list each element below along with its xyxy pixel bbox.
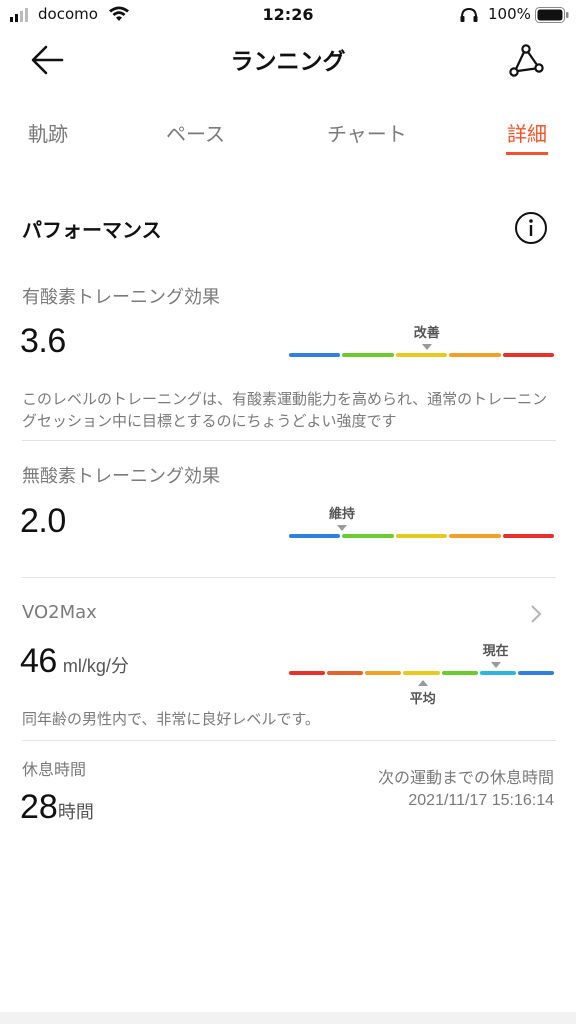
battery-icon: [535, 7, 569, 23]
scale-segment: [449, 534, 501, 538]
vo2max-average-triangle: [417, 680, 428, 686]
page-title: ランニング: [230, 49, 346, 75]
scale-segment: [502, 353, 555, 357]
divider: [22, 740, 556, 741]
route-icon[interactable]: [506, 40, 546, 80]
next-workout-label: 次の運動までの休息時間: [377, 768, 554, 787]
vo2max-unit: ml/kg/分: [62, 656, 129, 676]
scale-segment: [365, 671, 402, 675]
anaerobic-effect-label: 無酸素トレーニング効果: [22, 466, 220, 487]
next-workout-time: 2021/11/17 15:16:14: [408, 792, 554, 809]
rest-time-value: 28: [20, 788, 58, 826]
vo2max-current-triangle: [490, 662, 501, 668]
rest-time-value-row: 28時間: [20, 788, 94, 827]
tab-bar: 軌跡 ペース チャート 詳細: [0, 118, 576, 158]
anaerobic-marker-label: 維持: [328, 507, 356, 522]
tab-details[interactable]: 詳細: [507, 118, 547, 147]
scale-segment: [403, 671, 440, 675]
vo2max-value: 46: [20, 642, 57, 680]
vo2max-value-row: 46 ml/kg/分: [20, 642, 129, 681]
chevron-right-icon[interactable]: [528, 604, 544, 624]
section-title-performance: パフォーマンス: [22, 218, 162, 242]
vo2max-scale-bar: [289, 671, 554, 675]
scale-segment: [502, 534, 555, 538]
aerobic-marker-triangle: [421, 344, 432, 350]
info-icon[interactable]: [514, 211, 548, 245]
scale-segment: [395, 353, 448, 357]
scale-segment: [342, 353, 394, 357]
vo2max-description: 同年齢の男性内で、非常に良好レベルです。: [22, 710, 320, 728]
scale-segment: [289, 534, 341, 538]
scale-segment: [395, 534, 448, 538]
vo2max-average-label: 平均: [409, 692, 436, 707]
vo2max-current-label: 現在: [482, 644, 509, 659]
rest-time-label: 休息時間: [22, 760, 87, 779]
aerobic-effect-description: このレベルのトレーニングは、有酸素運動能力を高められ、通常のトレーニングセッショ…: [22, 390, 548, 430]
aerobic-effect-value: 3.6: [20, 322, 66, 360]
headphones-icon: [460, 7, 478, 22]
tab-chart[interactable]: チャート: [327, 118, 407, 147]
scale-segment: [289, 353, 341, 357]
scale-segment: [289, 671, 326, 675]
anaerobic-marker-triangle: [337, 525, 347, 531]
anaerobic-scale-bar: [289, 534, 555, 538]
aerobic-effect-label: 有酸素トレーニング効果: [22, 287, 220, 308]
tab-pace[interactable]: ペース: [166, 118, 225, 147]
scale-segment: [342, 534, 394, 538]
scale-segment: [517, 671, 554, 675]
active-tab-indicator: [506, 152, 548, 155]
divider: [22, 577, 556, 578]
divider: [22, 440, 556, 441]
battery-percentage: 100%: [488, 5, 531, 23]
anaerobic-effect-value: 2.0: [20, 502, 66, 540]
aerobic-marker-label: 改善: [413, 326, 440, 341]
tab-track[interactable]: 軌跡: [28, 118, 68, 147]
bottom-strip: [0, 1012, 576, 1024]
status-bar: docomo 12:26 100%: [0, 0, 576, 30]
vo2max-label[interactable]: VO2Max: [22, 602, 97, 623]
scale-segment: [479, 671, 516, 675]
aerobic-scale-bar: [289, 353, 555, 357]
rest-time-unit: 時間: [57, 802, 94, 822]
scale-segment: [441, 671, 478, 675]
scale-segment: [449, 353, 501, 357]
scale-segment: [327, 671, 364, 675]
